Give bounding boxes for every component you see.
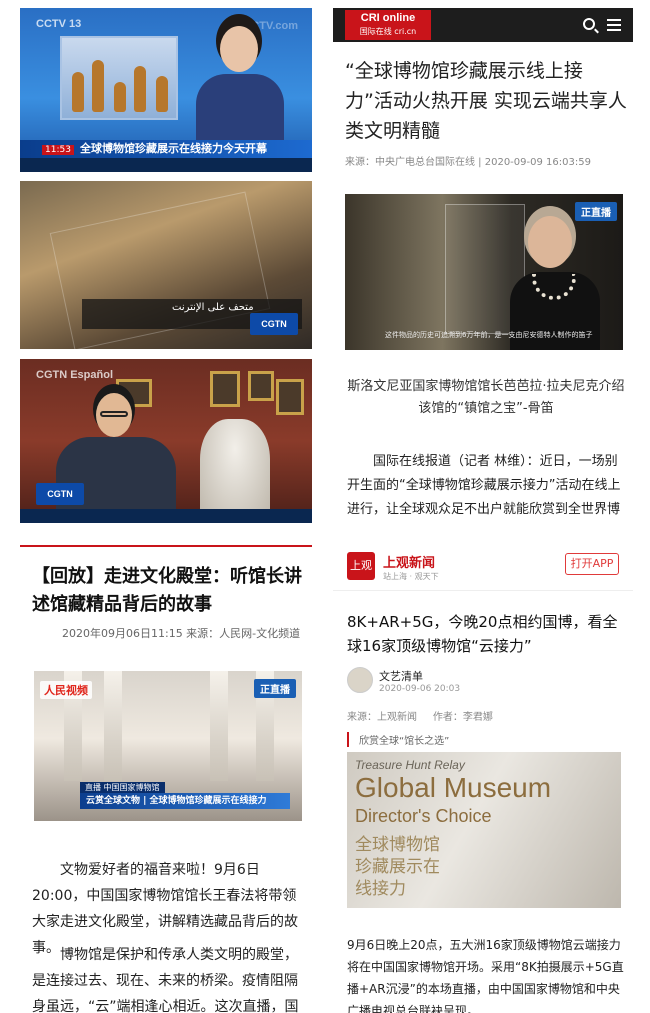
video-caption: 云赏全球文物 | 全球博物馆珍藏展示在线接力 xyxy=(80,793,290,809)
sculpture xyxy=(200,419,270,519)
cgtn-logo: CGTN xyxy=(250,313,298,335)
app-name: 上观新闻 xyxy=(383,556,436,571)
poster-line: Treasure Hunt Relay xyxy=(355,758,465,772)
cgtn-logo: CGTN xyxy=(36,483,84,505)
video-source-logo: 人民视频 xyxy=(40,681,92,699)
live-badge: 正直播 xyxy=(254,679,296,698)
painting xyxy=(210,371,240,407)
broadcast-time: 11:53 xyxy=(42,145,74,155)
painting xyxy=(248,371,274,401)
news-anchor xyxy=(188,26,288,160)
arabic-banner-text: متحف على الإنترنت xyxy=(172,302,254,313)
tv-frame-cgtn-arabic: متحف على الإنترنت CGTN xyxy=(20,181,312,349)
live-badge: 正直播 xyxy=(575,202,617,221)
cri-logo[interactable]: CRI online 国际在线 cri.cn xyxy=(345,10,431,40)
article-source: 来源：上观新闻 作者：李君娜 xyxy=(347,712,493,723)
poster-line: 全球博物馆珍藏展示在线接力 xyxy=(355,835,440,899)
article-title: 8K+AR+5G，今晚20点相约国博，看全球16家顶级博物馆“云接力” xyxy=(347,613,618,655)
tv-frame-cctv13: CCTV 13 CCTV.com 全球博物馆珍藏展示在线接力今天开幕 11:53 xyxy=(20,8,312,172)
article-card-shangguan: 上观 上观新闻 站上海 · 观天下 打开APP 8K+AR+5G，今晚20点相约… xyxy=(333,540,633,1013)
video-player[interactable]: 人民视频 正直播 直播 中国国家博物馆 云赏全球文物 | 全球博物馆珍藏展示在线… xyxy=(34,671,302,821)
menu-icon[interactable] xyxy=(607,19,621,31)
event-poster: Treasure Hunt Relay Global Museum Direct… xyxy=(347,752,621,908)
divider xyxy=(333,590,633,591)
article-paragraph: 博物馆是保护和传承人类文明的殿堂，是连接过去、现在、未来的桥梁。疫情阻隔身虽远，… xyxy=(32,947,299,1013)
tv-frame-cgtn-spanish: CGTN Español CGTN xyxy=(20,359,312,523)
publish-date: 2020-09-06 20:03 xyxy=(379,684,461,694)
article-card-replay: 【回放】走进文化殿堂：听馆长讲述馆藏精品背后的故事 2020年09月06日11:… xyxy=(20,545,312,1013)
article-paragraph: 国际在线报道（记者 林维）：近日，一场别开生面的“全球博物馆珍藏展示接力”活动在… xyxy=(347,454,621,517)
news-ticker xyxy=(20,158,312,172)
article-photo: 正直播 这件物品的历史可追溯到6万年前，是一支由尼安德特人制作的笛子 xyxy=(345,194,623,350)
video-caption-top: 直播 中国国家博物馆 xyxy=(80,782,165,793)
article-title[interactable]: 【回放】走进文化殿堂：听馆长讲述馆藏精品背后的故事 xyxy=(32,563,302,619)
news-ticker xyxy=(20,509,312,523)
article-card-cri: CRI online 国际在线 cri.cn “全球博物馆珍藏展示线上接力”活动… xyxy=(333,8,633,528)
cri-logo-main: CRI online xyxy=(360,12,416,24)
painting xyxy=(276,379,304,415)
poster-line: Director's Choice xyxy=(355,806,492,826)
cri-logo-sub: 国际在线 cri.cn xyxy=(359,27,417,36)
open-app-button[interactable]: 打开APP xyxy=(565,553,619,575)
artifact-display xyxy=(60,36,178,120)
photo-subtitle: 这件物品的历史可追溯到6万年前，是一支由尼安德特人制作的笛子 xyxy=(385,331,593,339)
search-icon[interactable] xyxy=(583,18,595,30)
channel-logo: CCTV 13 xyxy=(36,18,82,30)
author-avatar[interactable] xyxy=(347,667,373,693)
poster-line: Global Museum xyxy=(355,772,552,803)
article-meta: 2020年09月06日11:15 来源：人民网-文化频道 xyxy=(62,627,301,640)
shangguan-logo[interactable]: 上观 xyxy=(347,552,375,580)
article-meta: 来源：中央广电总台国际在线 | 2020-09-09 16:03:59 xyxy=(345,157,591,168)
site-header: CRI online 国际在线 cri.cn xyxy=(333,8,633,42)
section-tag: 欣赏全球“馆长之选” xyxy=(347,732,449,747)
article-paragraph: 9月6日晚上20点，五大洲16家顶级博物馆云端接力将在中国国家博物馆开场。采用“… xyxy=(347,938,624,1013)
photo-caption: 斯洛文尼亚国家博物馆馆长芭芭拉·拉夫尼克介绍该馆的“镇馆之宝”-骨笛 xyxy=(347,379,625,416)
article-title: “全球博物馆珍藏展示线上接力”活动火热开展 实现云端共享人类文明精髓 xyxy=(345,60,627,142)
channel-logo: CGTN Español xyxy=(36,369,114,381)
app-slogan: 站上海 · 观天下 xyxy=(383,572,439,581)
author-name[interactable]: 文艺清单 xyxy=(379,668,423,684)
